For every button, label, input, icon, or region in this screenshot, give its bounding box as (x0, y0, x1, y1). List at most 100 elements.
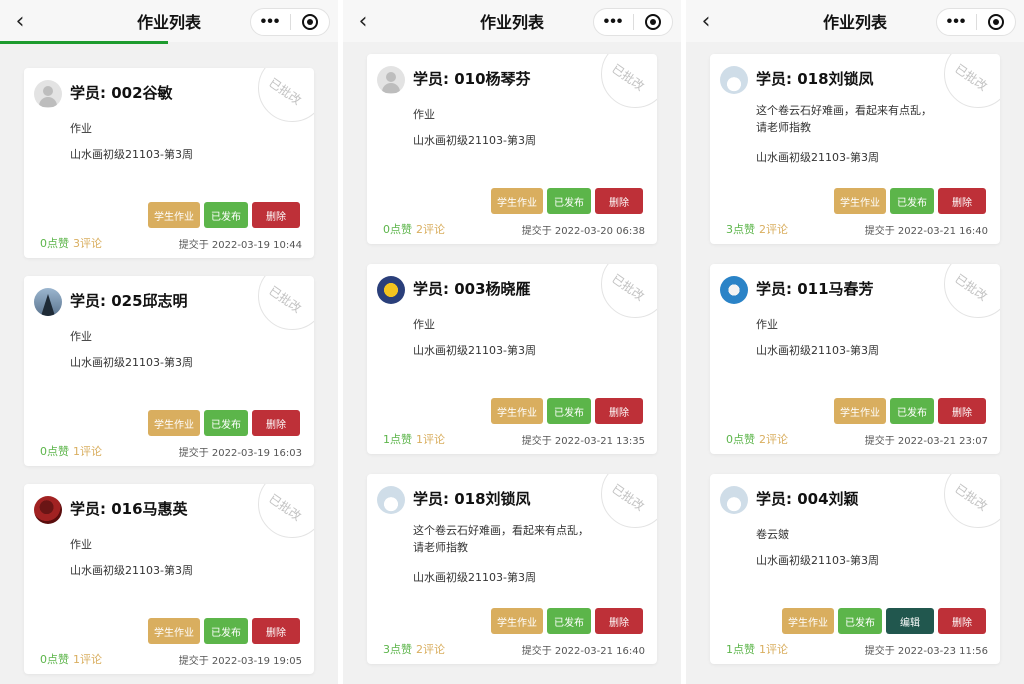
close-target-icon[interactable] (977, 14, 1015, 30)
avatar (720, 276, 748, 304)
comments-count[interactable]: 1评论 (73, 653, 102, 666)
published-button[interactable]: 已发布 (204, 410, 248, 436)
comments-count[interactable]: 1评论 (73, 445, 102, 458)
graded-stamp: 已批改 (944, 264, 1000, 318)
avatar (34, 496, 62, 524)
back-arrow-icon[interactable]: ‹ (10, 9, 30, 34)
submitted-time: 提交于 2022-03-19 16:03 (178, 448, 302, 459)
likes-count[interactable]: 3点赞 (383, 643, 412, 656)
delete-button[interactable]: 删除 (595, 188, 643, 214)
comments-count[interactable]: 1评论 (759, 643, 788, 656)
edit-button[interactable]: 编辑 (886, 608, 934, 634)
homework-text: 作业 (70, 538, 92, 551)
comments-count[interactable]: 2评论 (759, 223, 788, 236)
back-arrow-icon[interactable]: ‹ (696, 9, 716, 34)
action-buttons: 学生作业 已发布 删除 (148, 410, 300, 436)
more-dots-icon[interactable]: ••• (251, 13, 290, 31)
likes-count[interactable]: 0点赞 (40, 653, 69, 666)
homework-card[interactable]: 学员: 011马春芳 已批改 作业 山水画初级21103-第3周 学生作业 已发… (710, 264, 1000, 454)
mini-program-capsule: ••• (593, 8, 673, 36)
phone-screen-2: ‹ 作业列表 ••• 学员: 010杨琴芬 已批改 作业 山水画初级21103-… (343, 0, 681, 684)
likes-count[interactable]: 3点赞 (726, 223, 755, 236)
avatar (720, 66, 748, 94)
loading-progress-bar (0, 41, 168, 44)
submitted-time: 提交于 2022-03-21 16:40 (864, 226, 988, 237)
course-label: 山水画初级21103-第3周 (413, 344, 536, 357)
student-homework-button[interactable]: 学生作业 (148, 410, 200, 436)
homework-card[interactable]: 学员: 025邱志明 已批改 作业 山水画初级21103-第3周 学生作业 已发… (24, 276, 314, 466)
delete-button[interactable]: 删除 (595, 398, 643, 424)
student-name: 学员: 025邱志明 (70, 292, 188, 310)
student-homework-button[interactable]: 学生作业 (148, 618, 200, 644)
close-target-icon[interactable] (634, 14, 672, 30)
action-buttons: 学生作业 已发布 删除 (491, 608, 643, 634)
homework-text: 作业 (413, 108, 435, 121)
published-button[interactable]: 已发布 (204, 618, 248, 644)
delete-button[interactable]: 删除 (252, 410, 300, 436)
action-buttons: 学生作业 已发布 删除 (491, 188, 643, 214)
likes-count[interactable]: 0点赞 (40, 237, 69, 250)
close-target-icon[interactable] (291, 14, 329, 30)
likes-count[interactable]: 1点赞 (383, 433, 412, 446)
published-button[interactable]: 已发布 (547, 398, 591, 424)
comments-count[interactable]: 2评论 (416, 643, 445, 656)
course-label: 山水画初级21103-第3周 (756, 151, 879, 164)
likes-count[interactable]: 0点赞 (726, 433, 755, 446)
homework-card[interactable]: 学员: 018刘锁凤 已批改 这个卷云石好难画，看起来有点乱， 请老师指教 山水… (367, 474, 657, 664)
phone-screen-3: ‹ 作业列表 ••• 学员: 018刘锁凤 已批改 这个卷云石好难画，看起来有点… (686, 0, 1024, 684)
published-button[interactable]: 已发布 (547, 188, 591, 214)
delete-button[interactable]: 删除 (252, 202, 300, 228)
nav-bar: ‹ 作业列表 ••• (0, 0, 338, 44)
action-buttons: 学生作业 已发布 删除 (834, 398, 986, 424)
delete-button[interactable]: 删除 (252, 618, 300, 644)
delete-button[interactable]: 删除 (938, 398, 986, 424)
likes-count[interactable]: 1点赞 (726, 643, 755, 656)
student-homework-button[interactable]: 学生作业 (834, 188, 886, 214)
student-name: 学员: 018刘锁凤 (756, 70, 874, 88)
comments-count[interactable]: 3评论 (73, 237, 102, 250)
graded-stamp: 已批改 (944, 54, 1000, 108)
delete-button[interactable]: 删除 (938, 188, 986, 214)
published-button[interactable]: 已发布 (838, 608, 882, 634)
delete-button[interactable]: 删除 (938, 608, 986, 634)
comments-count[interactable]: 2评论 (416, 223, 445, 236)
back-arrow-icon[interactable]: ‹ (353, 9, 373, 34)
student-homework-button[interactable]: 学生作业 (491, 188, 543, 214)
student-homework-button[interactable]: 学生作业 (491, 608, 543, 634)
student-homework-button[interactable]: 学生作业 (834, 398, 886, 424)
published-button[interactable]: 已发布 (547, 608, 591, 634)
homework-card[interactable]: 学员: 002谷敏 已批改 作业 山水画初级21103-第3周 学生作业 已发布… (24, 68, 314, 258)
submitted-time: 提交于 2022-03-21 16:40 (521, 646, 645, 657)
delete-button[interactable]: 删除 (595, 608, 643, 634)
engagement-stats: 0点赞 1评论 (40, 651, 102, 667)
comments-count[interactable]: 1评论 (416, 433, 445, 446)
student-homework-button[interactable]: 学生作业 (491, 398, 543, 424)
homework-card[interactable]: 学员: 003杨晓雁 已批改 作业 山水画初级21103-第3周 学生作业 已发… (367, 264, 657, 454)
more-dots-icon[interactable]: ••• (937, 13, 976, 31)
homework-text: 这个卷云石好难画，看起来有点乱， (413, 524, 589, 537)
homework-card[interactable]: 学员: 018刘锁凤 已批改 这个卷云石好难画，看起来有点乱， 请老师指教 山水… (710, 54, 1000, 244)
homework-text-line-2: 请老师指教 (413, 541, 468, 554)
action-buttons: 学生作业 已发布 删除 (491, 398, 643, 424)
nav-bar: ‹ 作业列表 ••• (686, 0, 1024, 42)
more-dots-icon[interactable]: ••• (594, 13, 633, 31)
homework-card[interactable]: 学员: 016马惠英 已批改 作业 山水画初级21103-第3周 学生作业 已发… (24, 484, 314, 674)
mini-program-capsule: ••• (936, 8, 1016, 36)
student-name: 学员: 018刘锁凤 (413, 490, 531, 508)
student-homework-button[interactable]: 学生作业 (148, 202, 200, 228)
action-buttons: 学生作业 已发布 编辑 删除 (782, 608, 986, 634)
course-label: 山水画初级21103-第3周 (756, 554, 879, 567)
published-button[interactable]: 已发布 (890, 188, 934, 214)
likes-count[interactable]: 0点赞 (383, 223, 412, 236)
avatar (377, 486, 405, 514)
homework-card[interactable]: 学员: 010杨琴芬 已批改 作业 山水画初级21103-第3周 学生作业 已发… (367, 54, 657, 244)
comments-count[interactable]: 2评论 (759, 433, 788, 446)
homework-card[interactable]: 学员: 004刘颖 已批改 卷云皴 山水画初级21103-第3周 学生作业 已发… (710, 474, 1000, 664)
published-button[interactable]: 已发布 (204, 202, 248, 228)
published-button[interactable]: 已发布 (890, 398, 934, 424)
engagement-stats: 0点赞 1评论 (40, 443, 102, 459)
course-label: 山水画初级21103-第3周 (70, 564, 193, 577)
student-homework-button[interactable]: 学生作业 (782, 608, 834, 634)
engagement-stats: 3点赞 2评论 (726, 221, 788, 237)
likes-count[interactable]: 0点赞 (40, 445, 69, 458)
